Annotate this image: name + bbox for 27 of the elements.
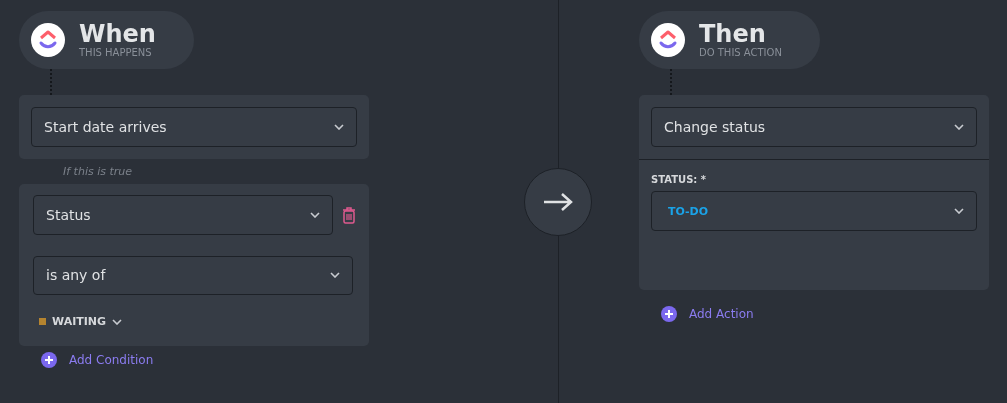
chevron-icon <box>330 272 340 279</box>
action-select[interactable]: Change status <box>651 107 977 147</box>
trigger-select[interactable]: Start date arrives <box>31 107 357 147</box>
step-title: When <box>79 21 156 47</box>
chevron-icon <box>112 318 123 325</box>
chevron-icon <box>954 124 964 130</box>
field-label: STATUS: * <box>651 174 707 185</box>
chevron-icon <box>954 208 964 214</box>
plus-icon <box>41 352 57 368</box>
chevron-icon <box>310 212 320 218</box>
todo-dropdown[interactable]: TO-DO <box>651 191 977 231</box>
step-title: Then <box>699 21 767 47</box>
status-tag[interactable]: WAITING <box>39 315 123 328</box>
chevron-icon <box>334 124 344 130</box>
status-label: WAITING <box>52 315 107 328</box>
logo-icon <box>651 23 685 57</box>
add-action-link[interactable]: Add Action <box>661 306 989 322</box>
plus-icon <box>661 306 677 322</box>
field-select[interactable]: Status <box>33 195 333 235</box>
operator-select[interactable]: is any of <box>33 255 353 295</box>
arrow-icon <box>542 191 574 212</box>
step-subtitle: THIS HAPPENS <box>79 47 153 59</box>
logo-icon <box>31 23 65 57</box>
step-subtitle: DO THIS ACTION <box>699 47 782 59</box>
trash-icon[interactable] <box>342 206 356 224</box>
condition-hint: If this is true <box>63 165 134 178</box>
add-condition-link[interactable]: Add Condition <box>41 352 369 368</box>
